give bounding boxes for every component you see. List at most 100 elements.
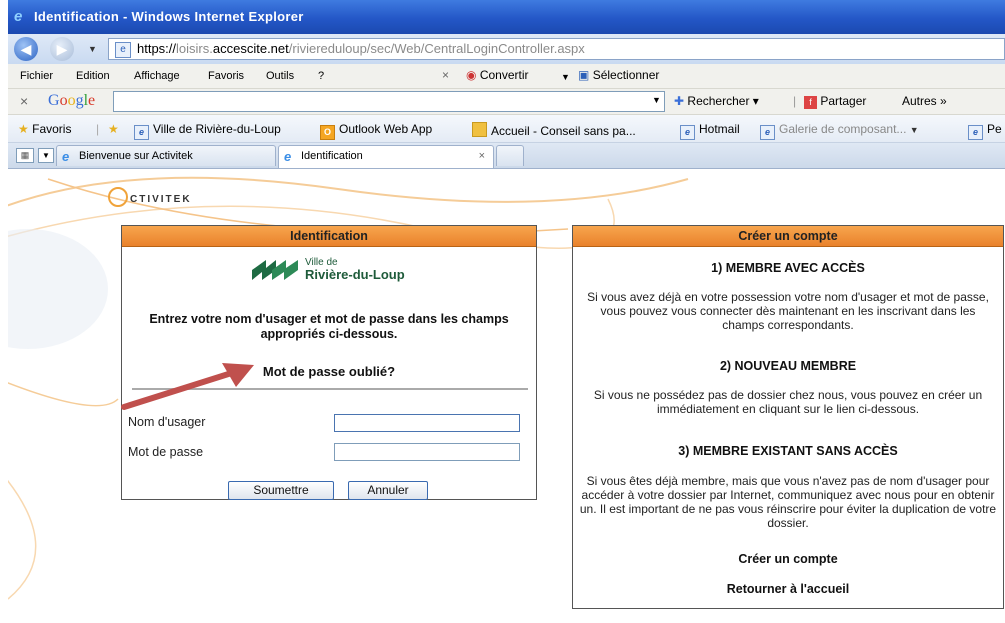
search-icon: ✚ xyxy=(674,94,685,108)
toolbar-close-icon[interactable]: × xyxy=(442,68,449,82)
add-favorite-icon[interactable]: ★ xyxy=(108,122,119,136)
red-arrow-annotation xyxy=(121,363,254,410)
browser-window: e Identification - Windows Internet Expl… xyxy=(8,0,1005,623)
login-panel-header: Identification xyxy=(122,226,536,247)
menu-fichier[interactable]: Fichier xyxy=(20,70,53,82)
menu-affichage[interactable]: Affichage xyxy=(134,70,180,82)
select-icon: ▣ xyxy=(578,68,590,82)
address-scheme: https:// xyxy=(137,41,177,56)
tab-label: Bienvenue sur Activitek xyxy=(79,150,193,162)
section-2-title: 2) NOUVEAU MEMBRE xyxy=(719,359,857,373)
fav-item-galerie[interactable]: e Galerie de composant... ▼ xyxy=(760,122,919,140)
fav-item-label: Ville de Rivière-du-Loup xyxy=(153,122,281,136)
ville-name: Ville de Rivière-du-Loup xyxy=(305,257,405,282)
ie-tab-icon: e xyxy=(62,149,70,164)
window-title: Identification - Windows Internet Explor… xyxy=(34,9,304,24)
google-logo: Google xyxy=(48,92,96,109)
fav-item-pe[interactable]: e Pe xyxy=(968,122,1002,140)
menu-edition[interactable]: Edition xyxy=(76,70,110,82)
google-close-icon[interactable]: × xyxy=(20,93,28,109)
ville-logo-icon xyxy=(252,260,298,280)
password-label: Mot de passe xyxy=(128,445,204,459)
address-bar[interactable]: e https://loisirs.accescite.net/rivieredu… xyxy=(108,38,1005,60)
rechercher-label: Rechercher xyxy=(687,94,750,108)
favorites-label: Favoris xyxy=(32,122,72,136)
google-search-dropdown-icon[interactable]: ▼ xyxy=(652,95,661,105)
section-2-text: Si vous ne possédez pas de dossier chez … xyxy=(593,388,983,416)
google-toolbar: × Google ▼ ✚ Rechercher ▾ | f Partager A… xyxy=(8,89,1005,115)
ie-logo-icon: e xyxy=(14,8,23,25)
fav-item-label: Pe xyxy=(987,122,1002,136)
tab-bar: ▦ ▼ e Bienvenue sur Activitek e Identifica… xyxy=(8,143,1005,169)
convertir-label: Convertir xyxy=(479,68,529,82)
activitek-logo-text: CTIVITEK xyxy=(130,194,192,205)
activitek-logo: CTIVITEK xyxy=(108,187,192,207)
favorites-bar: ★ Favoris | ★ e Ville de Rivière-du-Loup … xyxy=(8,115,1005,143)
cancel-button[interactable]: Annuler xyxy=(348,481,428,500)
fav-item-label: Accueil - Conseil sans pa... xyxy=(491,124,636,138)
accueil-icon xyxy=(472,122,487,137)
quick-tabs-icon[interactable]: ▦ xyxy=(16,148,34,163)
outlook-icon: O xyxy=(320,125,335,140)
convert-icon: ◉ xyxy=(466,68,477,82)
ie-page-icon: e xyxy=(968,125,983,140)
fav-item-outlook[interactable]: O Outlook Web App xyxy=(320,122,432,140)
username-label: Nom d'usager xyxy=(128,415,206,429)
partager-button[interactable]: f Partager xyxy=(804,94,866,109)
forward-arrow-icon[interactable]: ▶ xyxy=(50,37,74,61)
create-account-panel: Créer un compte 1) MEMBRE AVEC ACCÈS Si … xyxy=(572,225,1004,609)
address-host-prefix: loisirs. xyxy=(176,41,213,56)
share-icon: f xyxy=(804,96,817,109)
convertir-button[interactable]: ◉ Convertir xyxy=(466,68,529,82)
partager-label: Partager xyxy=(820,94,867,108)
fav-item-label: Outlook Web App xyxy=(339,122,433,136)
favorites-button[interactable]: ★ Favoris xyxy=(18,122,71,136)
new-tab-button[interactable] xyxy=(496,145,524,166)
section-1-text: Si vous avez déjà en votre possession vo… xyxy=(587,290,989,332)
back-arrow-icon[interactable]: ◀ xyxy=(14,37,38,61)
fav-item-label: Hotmail xyxy=(699,122,740,136)
tab-bienvenue[interactable]: e Bienvenue sur Activitek xyxy=(56,145,276,166)
submit-button[interactable]: Soumettre xyxy=(228,481,334,500)
ville-big: Rivière-du-Loup xyxy=(305,267,405,282)
address-path: /riviereduloup/sec/Web/CentralLoginContr… xyxy=(288,41,585,56)
menu-bar: Fichier Edition Affichage Favoris Outils… xyxy=(8,64,1005,89)
ie-page-icon: e xyxy=(680,125,695,140)
toolbar-separator: | xyxy=(793,94,797,108)
autres-button[interactable]: Autres » xyxy=(902,94,947,108)
ie-tab-icon: e xyxy=(284,149,292,164)
tab-close-icon[interactable]: × xyxy=(479,146,485,167)
fav-separator: | xyxy=(96,122,100,136)
section-3-title: 3) MEMBRE EXISTANT SANS ACCÈS xyxy=(678,444,898,458)
ie-page-icon: e xyxy=(134,125,149,140)
selectionner-button[interactable]: ▣ Sélectionner xyxy=(578,68,659,82)
activitek-logo-icon xyxy=(108,187,128,207)
section-1-title: 1) MEMBRE AVEC ACCÈS xyxy=(711,261,865,275)
menu-favoris[interactable]: Favoris xyxy=(208,70,244,82)
home-link[interactable]: Retourner à l'accueil xyxy=(573,582,1003,596)
create-account-header: Créer un compte xyxy=(573,226,1003,247)
history-dropdown-icon[interactable]: ▼ xyxy=(88,44,97,54)
ie-page-icon: e xyxy=(760,125,775,140)
login-instructions: Entrez votre nom d'usager et mot de pass… xyxy=(149,312,509,341)
menu-help[interactable]: ? xyxy=(318,70,324,82)
fav-item-label: Galerie de composant... xyxy=(779,122,907,136)
section-3-text: Si vous êtes déjà membre, mais que vous … xyxy=(579,474,997,530)
title-bar: e Identification - Windows Internet Expl… xyxy=(8,0,1005,34)
rechercher-button[interactable]: ✚ Rechercher ▾ xyxy=(674,94,759,108)
menu-outils[interactable]: Outils xyxy=(266,70,294,82)
page-content: CTIVITEK Identification Ville de Rivière… xyxy=(8,169,1005,623)
google-search-input[interactable] xyxy=(113,91,665,112)
fav-item-riviere[interactable]: e Ville de Rivière-du-Loup xyxy=(134,122,281,140)
convertir-dropdown-icon[interactable]: ▼ xyxy=(561,72,570,82)
tab-list-dropdown-icon[interactable]: ▼ xyxy=(38,148,54,163)
address-toolbar: ◀ ▶ ▼ e https://loisirs.accescite.net/riv… xyxy=(8,34,1005,64)
fav-item-accueil[interactable]: Accueil - Conseil sans pa... xyxy=(472,122,636,138)
tab-identification[interactable]: e Identification × xyxy=(278,145,494,168)
fav-item-hotmail[interactable]: e Hotmail xyxy=(680,122,740,140)
username-input[interactable] xyxy=(334,414,520,432)
page-icon: e xyxy=(115,41,131,58)
create-account-link[interactable]: Créer un compte xyxy=(573,552,1003,566)
selectionner-label: Sélectionner xyxy=(592,68,660,82)
password-input[interactable] xyxy=(334,443,520,461)
